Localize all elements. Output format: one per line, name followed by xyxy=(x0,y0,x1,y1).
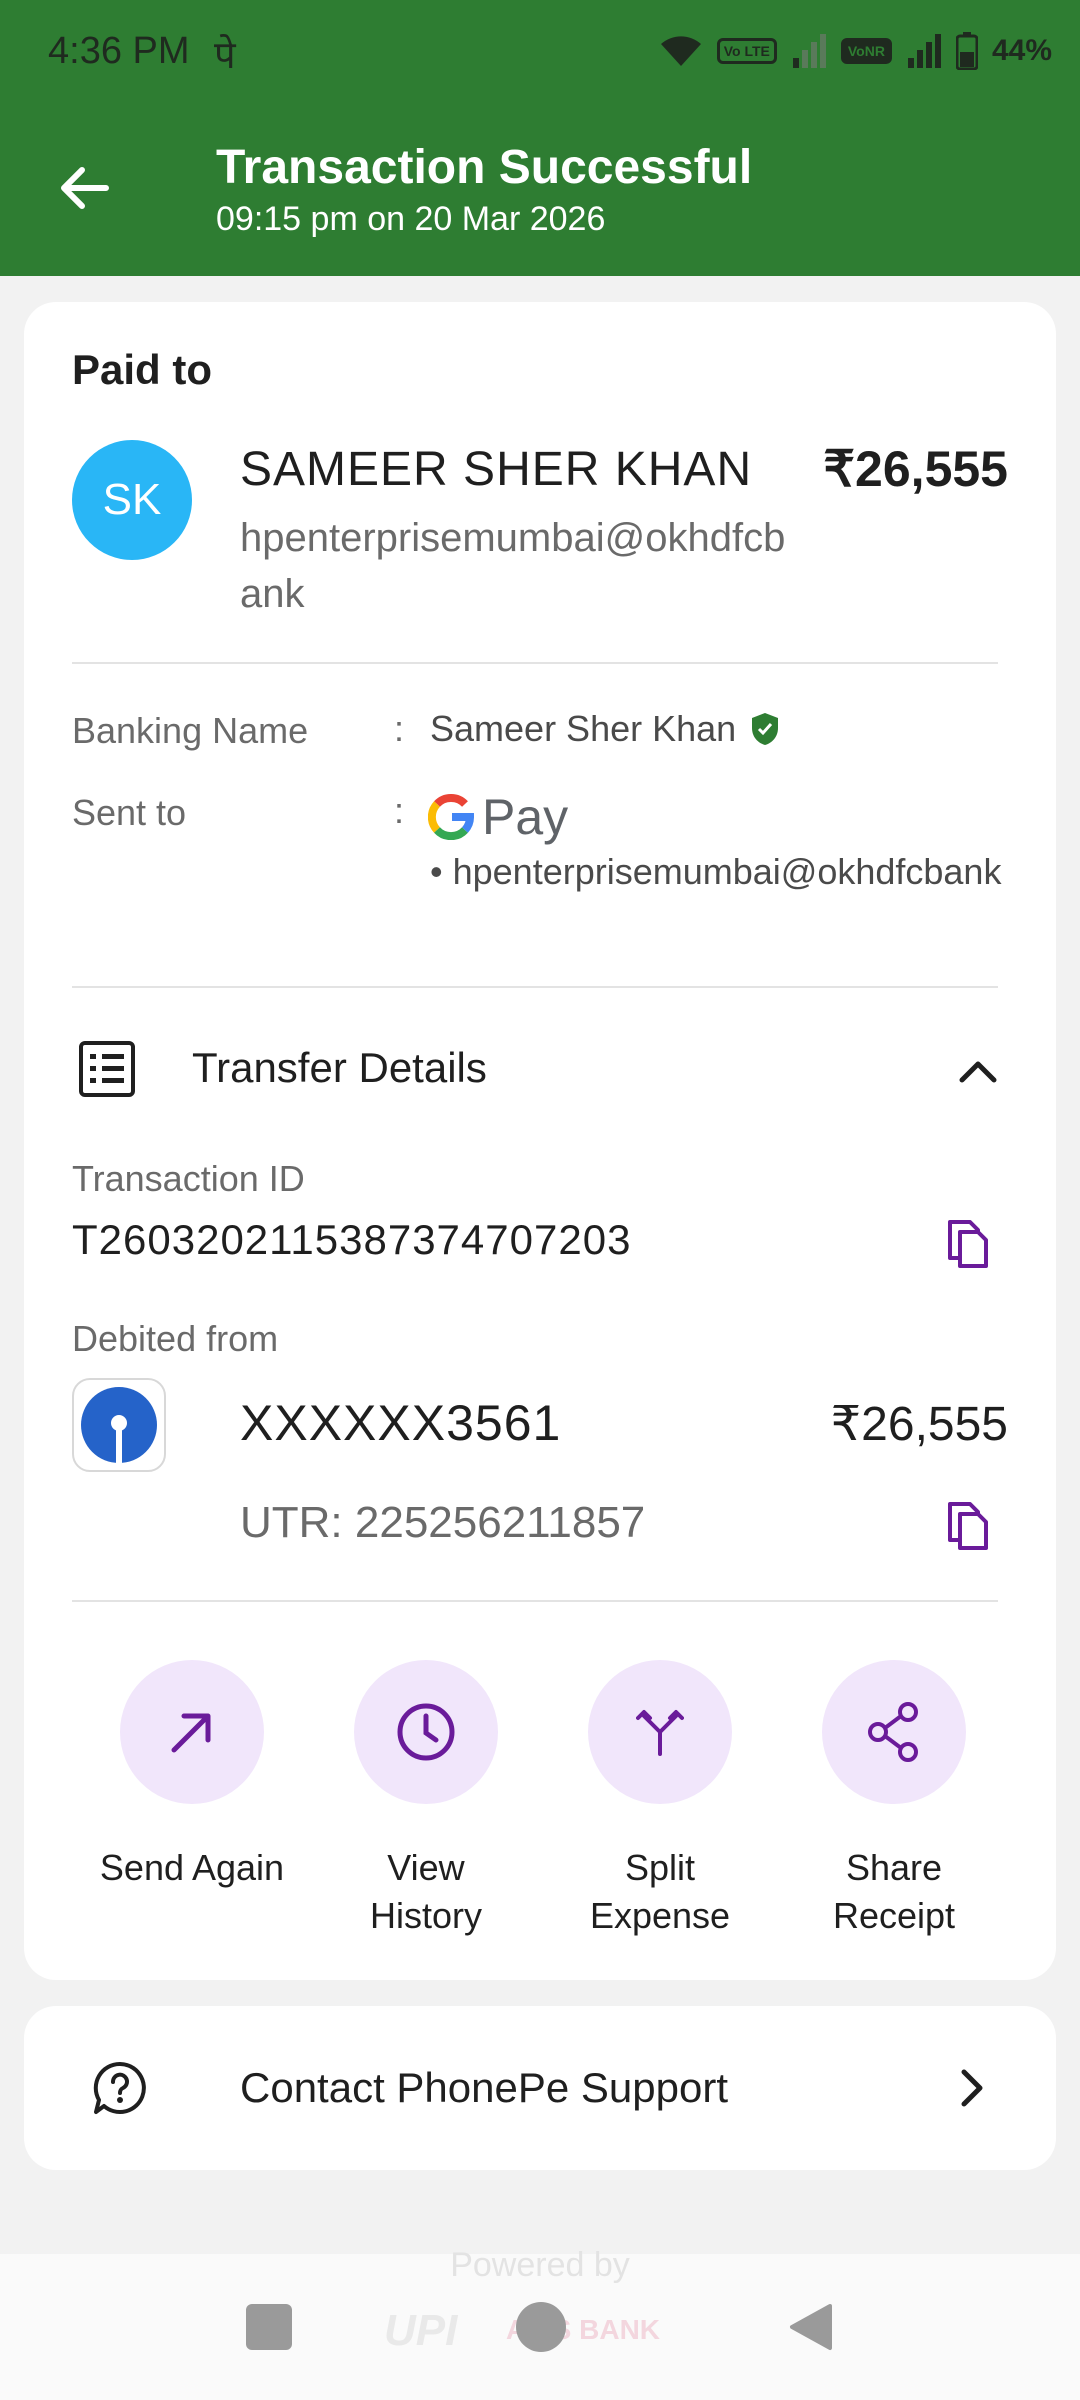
view-history-circle[interactable] xyxy=(354,1660,498,1804)
signal-icon-2 xyxy=(907,34,941,68)
split-expense-circle[interactable] xyxy=(588,1660,732,1804)
contact-support-label[interactable]: Contact PhonePe Support xyxy=(240,2064,728,2112)
transaction-id-label: Transaction ID xyxy=(72,1158,305,1199)
status-time: 4:36 PM xyxy=(48,30,190,72)
nav-back-icon[interactable] xyxy=(786,2302,836,2352)
split-icon xyxy=(636,1710,684,1756)
sent-to-vpa: • hpenterprisemumbai@okhdfcbank xyxy=(430,851,1002,892)
transfer-details-label[interactable]: Transfer Details xyxy=(192,1044,487,1092)
help-chat-icon xyxy=(93,2061,146,2114)
paid-to-label: Paid to xyxy=(72,346,213,393)
banking-name: Sameer Sher Khan xyxy=(430,708,780,750)
status-bar: 4:36 PM पे Vo LTE VoNR 44% xyxy=(0,0,1080,108)
signal-icon xyxy=(792,34,826,68)
gpay-logo: Pay xyxy=(428,788,568,846)
send-again-button[interactable]: Send Again xyxy=(72,1660,312,1892)
powered-by-label: Powered by xyxy=(450,2246,630,2284)
colon: : xyxy=(394,708,405,749)
send-again-circle[interactable] xyxy=(120,1660,264,1804)
share-receipt-button[interactable]: Share Receipt xyxy=(774,1660,1014,1940)
avatar: SK xyxy=(72,440,192,560)
banking-name-value: Sameer Sher Khan xyxy=(430,708,737,749)
contact-support-row[interactable]: Contact PhonePe Support xyxy=(24,2006,1056,2170)
copy-utr-icon[interactable] xyxy=(944,1500,992,1552)
sent-to-label: Sent to xyxy=(72,792,187,833)
chevron-right-icon[interactable] xyxy=(950,2066,994,2110)
header-bar: 4:36 PM पे Vo LTE VoNR 44% Transaction S… xyxy=(0,0,1080,276)
banking-name-label: Banking Name xyxy=(72,710,309,751)
share-receipt-label: Share Receipt xyxy=(832,1847,956,1936)
view-history-label: View History xyxy=(369,1847,482,1936)
status-icons: Vo LTE VoNR 44% xyxy=(659,32,1052,70)
battery-percent: 44% xyxy=(991,34,1052,67)
sbi-logo-icon xyxy=(81,1387,157,1463)
recent-apps-button[interactable] xyxy=(246,2304,292,2350)
transaction-card: Paid to SK SAMEER SHER KHAN ₹26,555 hpen… xyxy=(24,302,1056,1980)
chevron-up-icon[interactable] xyxy=(956,1050,1000,1094)
vonr-badge: VoNR xyxy=(840,38,892,64)
back-arrow-icon[interactable] xyxy=(56,160,112,216)
divider xyxy=(72,1600,998,1602)
split-expense-label: Split Expense xyxy=(589,1847,731,1936)
receipt-list-icon xyxy=(79,1041,135,1097)
account-number: XXXXXX3561 xyxy=(240,1395,562,1451)
send-again-label: Send Again xyxy=(99,1847,285,1888)
divider xyxy=(72,662,998,664)
divider xyxy=(72,986,998,988)
share-receipt-circle[interactable] xyxy=(822,1660,966,1804)
transaction-datetime: 09:15 pm on 20 Mar 2026 xyxy=(216,200,606,238)
verified-shield-icon xyxy=(752,713,779,745)
utr-number: UTR: 225256211857 xyxy=(240,1498,646,1547)
sbi-bank-logo xyxy=(72,1378,166,1472)
payee-vpa: hpenterprisemumbai@okhdfcbank xyxy=(240,516,786,616)
debited-amount: ₹26,555 xyxy=(830,1398,1008,1451)
arrow-up-right-icon xyxy=(171,1713,211,1753)
split-expense-button[interactable]: Split Expense xyxy=(540,1660,780,1940)
gpay-label: Pay xyxy=(482,789,569,845)
page-title: Transaction Successful xyxy=(216,141,753,194)
payee-amount: ₹26,555 xyxy=(823,441,1008,497)
colon: : xyxy=(394,790,405,831)
upi-logo: UPI xyxy=(384,2306,458,2355)
copy-icon[interactable] xyxy=(944,1218,992,1270)
action-row: Send Again View History Split Expense Sh… xyxy=(24,1660,1056,1940)
home-button[interactable] xyxy=(516,2302,566,2352)
wifi-icon xyxy=(660,36,701,66)
volte-badge: Vo LTE xyxy=(716,38,777,64)
transaction-id: T2603202115387374707203 xyxy=(72,1216,632,1263)
share-icon xyxy=(868,1702,918,1762)
google-g-icon xyxy=(428,794,474,840)
debited-from-label: Debited from xyxy=(72,1318,279,1359)
phonepe-notification-icon: पे xyxy=(214,33,236,77)
battery-icon xyxy=(955,32,978,70)
payee-name: SAMEER SHER KHAN xyxy=(240,443,753,496)
clock-icon xyxy=(397,1703,455,1761)
view-history-button[interactable]: View History xyxy=(306,1660,546,1940)
